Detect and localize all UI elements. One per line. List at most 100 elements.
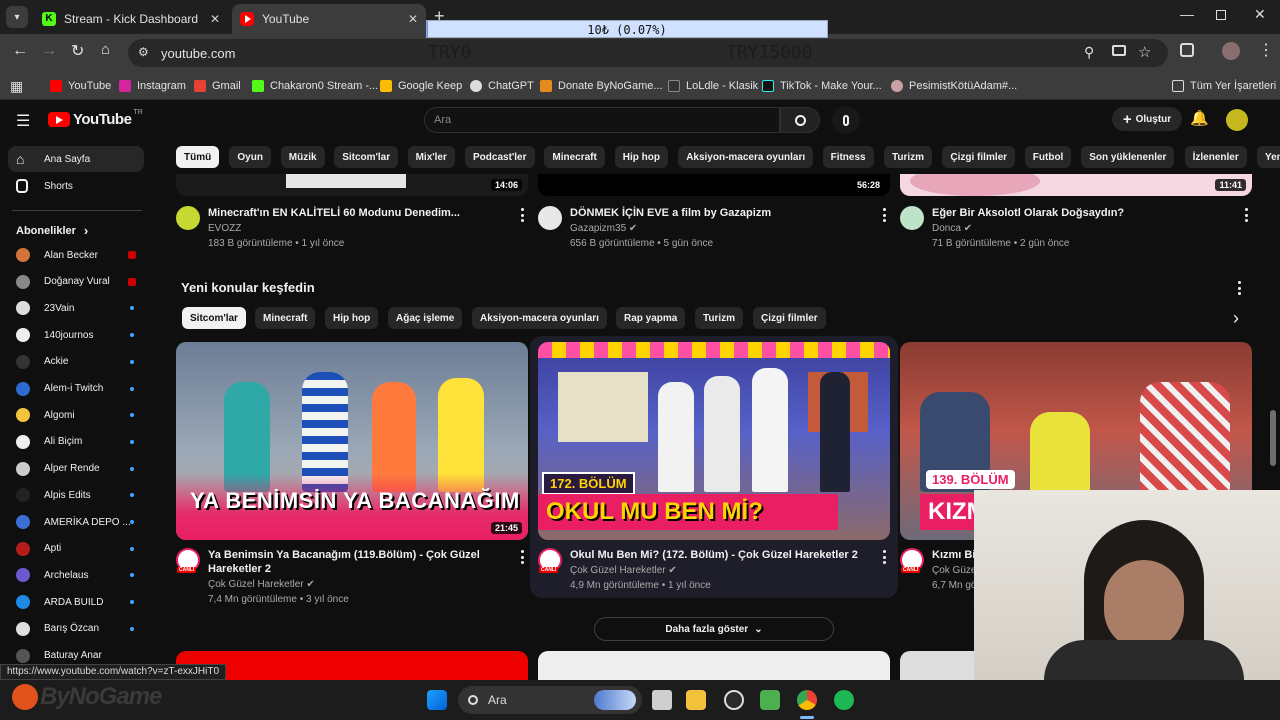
site-info-icon[interactable]: ⚙ — [138, 45, 149, 59]
more-options-icon[interactable] — [1244, 208, 1248, 222]
menu-dots-icon[interactable]: ⋮ — [1258, 40, 1274, 60]
sidebar-item-subscription[interactable]: Apti — [8, 536, 144, 562]
filter-chip[interactable]: Turizm — [695, 307, 744, 329]
video-card[interactable]: CANLI Okul Mu Ben Mi? (172. Bölüm) - Çok… — [538, 546, 890, 596]
show-more-button[interactable]: Daha fazla göster ⌄ — [594, 617, 834, 641]
video-thumbnail[interactable] — [538, 651, 890, 680]
chevron-right-icon[interactable]: › — [1233, 308, 1239, 329]
sidebar-item-subscription[interactable]: AMERİKA DEPO ... — [8, 509, 144, 535]
filter-chip[interactable]: Rap yapma — [616, 307, 686, 329]
bookmark-star-icon[interactable]: ☆ — [1138, 43, 1151, 61]
section-more-icon[interactable] — [1237, 281, 1241, 295]
sidebar-item-subscription[interactable]: ARDA BUILD — [8, 589, 144, 615]
cast-icon[interactable] — [1112, 45, 1126, 56]
sidebar-item-subscription[interactable]: Alan Becker — [8, 242, 144, 268]
tab-search-button[interactable]: ▾ — [6, 6, 28, 28]
video-title[interactable]: Ya Benimsin Ya Bacanağım (119.Bölüm) - Ç… — [208, 548, 513, 576]
video-title[interactable]: Minecraft'ın EN KALİTELİ 60 Modunu Dened… — [208, 206, 508, 220]
apps-grid-icon[interactable]: ▦ — [10, 78, 23, 95]
channel-name[interactable]: Çok Güzel Hareketler ✔ — [208, 577, 315, 592]
more-options-icon[interactable] — [882, 208, 886, 222]
hamburger-menu-icon[interactable]: ☰ — [16, 111, 30, 131]
profile-avatar[interactable] — [1222, 42, 1240, 60]
sidebar-item-subscription[interactable]: 23Vain — [8, 295, 144, 321]
spotify-icon[interactable] — [834, 690, 854, 710]
channel-name[interactable]: Çok Güzel — [932, 563, 979, 578]
video-card[interactable]: CANLI Ya Benimsin Ya Bacanağım (119.Bölü… — [176, 546, 528, 610]
video-title[interactable]: DÖNMEK İÇİN EVE a film by Gazapizm — [570, 206, 870, 220]
all-bookmarks[interactable]: Tüm Yer İşaretleri — [1172, 77, 1276, 95]
search-button[interactable] — [780, 107, 820, 133]
create-button[interactable]: + Oluştur — [1112, 107, 1182, 131]
close-icon[interactable]: ✕ — [210, 12, 220, 26]
taskbar-search[interactable]: Ara — [458, 686, 642, 714]
back-arrow-icon[interactable]: ← — [12, 42, 28, 60]
channel-name[interactable]: Gazapizm35 ✔ — [570, 221, 637, 236]
restore-button[interactable] — [1216, 10, 1226, 20]
account-avatar[interactable] — [1226, 109, 1248, 131]
video-thumbnail[interactable]: 56:28 — [538, 174, 890, 196]
sidebar-item-subscription[interactable]: Ali Biçim — [8, 429, 144, 455]
filter-chip[interactable]: Fitness — [822, 146, 874, 168]
bookmark-gmail[interactable]: Gmail — [194, 77, 241, 95]
filter-chip[interactable]: Son yüklenenler — [1081, 146, 1175, 168]
channel-name[interactable]: Donca ✔ — [932, 221, 972, 236]
sidebar-item-subscription[interactable]: Alpis Edits — [8, 482, 144, 508]
close-window-button[interactable]: ✕ — [1254, 6, 1266, 23]
sidebar-item-subscription[interactable]: Algomi — [8, 402, 144, 428]
bookmark-instagram[interactable]: Instagram — [119, 77, 186, 95]
filter-chip[interactable]: Çizgi filmler — [753, 307, 826, 329]
video-title[interactable]: Kızmı Bir — [932, 548, 980, 562]
filter-chip[interactable]: Tümü — [176, 146, 220, 168]
channel-avatar[interactable] — [176, 206, 200, 230]
forward-arrow-icon[interactable]: → — [41, 42, 57, 60]
bookmark-pesimist[interactable]: PesimistKötüAdam#... — [891, 77, 1017, 95]
video-card[interactable]: Minecraft'ın EN KALİTELİ 60 Modunu Dened… — [176, 204, 528, 250]
bookmark-youtube[interactable]: YouTube — [50, 77, 111, 95]
video-thumbnail[interactable]: 172. BÖLÜM OKUL MU BEN Mİ? — [538, 342, 890, 540]
sidebar-item-subscription[interactable]: Ackie — [8, 349, 144, 375]
more-options-icon[interactable] — [882, 550, 886, 564]
sidebar-item-shorts[interactable]: Shorts — [8, 173, 144, 199]
filter-chip[interactable]: Hip hop — [325, 307, 379, 329]
notifications-bell-icon[interactable]: 🔔 — [1190, 109, 1209, 127]
filter-chip[interactable]: Minecraft — [255, 307, 316, 329]
video-title[interactable]: Eğer Bir Aksolotl Olarak Doğsaydın? — [932, 206, 1232, 220]
voice-search-button[interactable] — [832, 106, 860, 134]
close-icon[interactable]: ✕ — [408, 12, 418, 26]
filter-chip[interactable]: Çizgi filmler — [942, 146, 1016, 168]
bookmark-chatgpt[interactable]: ChatGPT — [470, 77, 534, 95]
filter-chip[interactable]: Turizm — [884, 146, 933, 168]
tab-kick-dashboard[interactable]: K Stream - Kick Dashboard ✕ — [34, 4, 228, 34]
video-thumbnail[interactable] — [900, 651, 980, 680]
sidebar-item-subscription[interactable]: 140journos — [8, 322, 144, 348]
subscriptions-header[interactable]: Abonelikler › — [16, 223, 88, 238]
filter-chip[interactable]: İzlenenler — [1184, 146, 1247, 168]
filter-chip[interactable]: Hip hop — [614, 146, 669, 168]
sidebar-item-subscription[interactable]: Alper Rende — [8, 456, 144, 482]
channel-avatar[interactable] — [900, 206, 924, 230]
video-card[interactable]: CANLI Kızmı Bir Çok Güzel 6,7 Mn gö — [900, 546, 980, 596]
video-title[interactable]: Okul Mu Ben Mi? (172. Bölüm) - Çok Güzel… — [570, 548, 875, 562]
bookmark-loldle[interactable]: LoLdle - Klasik — [668, 77, 758, 95]
video-thumbnail[interactable]: YA BENİMSİN YA BACANAĞIM 21:45 — [176, 342, 528, 540]
more-options-icon[interactable] — [520, 208, 524, 222]
filter-chip[interactable]: Müzik — [280, 146, 325, 168]
home-icon[interactable]: ⌂ — [101, 41, 110, 58]
filter-chip[interactable]: Sitcom'lar — [182, 307, 246, 329]
filter-chip[interactable]: Podcast'ler — [465, 146, 535, 168]
minecraft-icon[interactable] — [760, 690, 780, 710]
sidebar-item-subscription[interactable]: Alem-i Twitch — [8, 376, 144, 402]
filter-chip[interactable]: Mix'ler — [407, 146, 455, 168]
page-scrollbar[interactable] — [1270, 410, 1276, 466]
bookmark-bynogame[interactable]: Donate ByNoGame... — [540, 77, 663, 95]
file-explorer-icon[interactable] — [686, 690, 706, 710]
more-options-icon[interactable] — [520, 550, 524, 564]
filter-chip[interactable]: Oyun — [229, 146, 271, 168]
channel-name[interactable]: EVOZZ — [208, 221, 241, 236]
sidebar-item-subscription[interactable]: Barış Özcan — [8, 616, 144, 642]
filter-chip[interactable]: Futbol — [1024, 146, 1072, 168]
video-card[interactable]: DÖNMEK İÇİN EVE a film by Gazapizm Gazap… — [538, 204, 890, 250]
video-thumbnail[interactable]: 11:41 — [900, 174, 1252, 196]
filter-chip[interactable]: Minecraft — [544, 146, 605, 168]
